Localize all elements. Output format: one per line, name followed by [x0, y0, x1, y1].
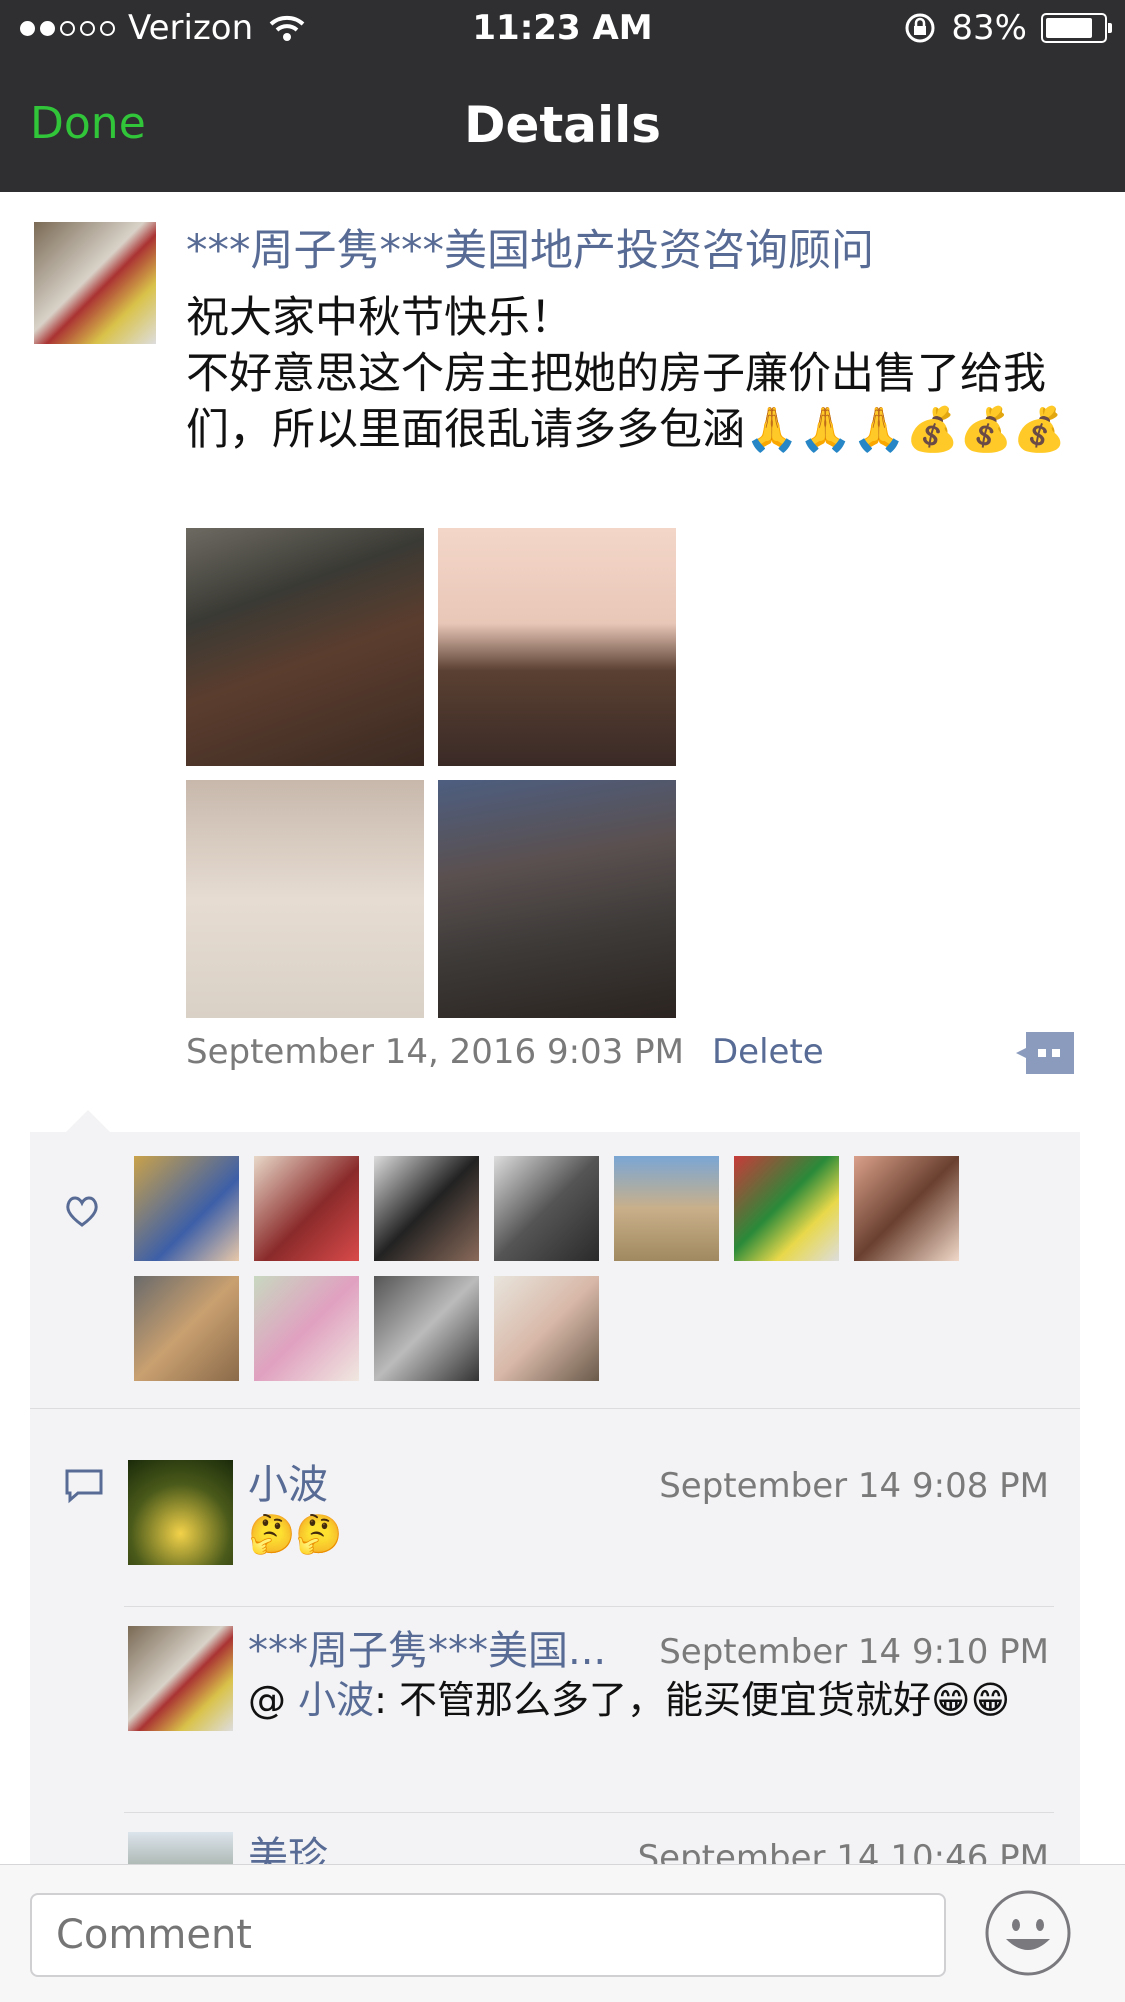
post-photo-bathroom[interactable]	[186, 780, 424, 1018]
author-name[interactable]: ***周子隽***美国地产投资咨询顾问	[186, 216, 874, 278]
battery-percent: 83%	[951, 8, 1027, 48]
comment-prefix: @	[248, 1678, 299, 1722]
liker-avatar[interactable]	[254, 1276, 359, 1381]
comment-input[interactable]	[30, 1893, 946, 1977]
post-timestamp: September 14, 2016 9:03 PM	[186, 1032, 684, 1072]
thinking-face-icon: 🤔	[248, 1512, 296, 1556]
comment-text: 🤔🤔	[248, 1508, 1048, 1560]
rotation-lock-icon	[905, 13, 935, 43]
post-text: 祝大家中秋节快乐！ 不好意思这个房主把她的房子廉价出售了给我们，所以里面很乱请多…	[186, 290, 1096, 458]
post-photo-bedroom[interactable]	[186, 528, 424, 766]
liker-avatar[interactable]	[254, 1156, 359, 1261]
liker-avatar[interactable]	[734, 1156, 839, 1261]
mention-link[interactable]: 小波	[298, 1678, 374, 1722]
status-right: 83%	[903, 8, 1112, 48]
comment-bar	[0, 1864, 1125, 2002]
comment-time: September 14 9:08 PM	[659, 1466, 1049, 1506]
grinning-face-icon: 😁	[970, 1678, 1011, 1722]
divider	[124, 1812, 1054, 1813]
pray-icon: 🙏	[852, 405, 906, 455]
commenter-name[interactable]: 小波	[248, 1452, 328, 1510]
emoji-face-icon[interactable]	[984, 1889, 1072, 1977]
status-bar: Verizon 11:23 AM 83%	[0, 0, 1125, 62]
battery-fill	[1046, 18, 1093, 38]
liker-avatar[interactable]	[134, 1156, 239, 1261]
liker-avatar[interactable]	[494, 1156, 599, 1261]
pray-icon: 🙏	[745, 405, 799, 455]
money-bag-icon: 💰	[959, 405, 1013, 455]
liker-avatar[interactable]	[134, 1276, 239, 1381]
divider	[30, 1408, 1080, 1409]
delete-button[interactable]: Delete	[712, 1032, 824, 1072]
money-bag-icon: 💰	[1012, 405, 1067, 455]
liker-avatar[interactable]	[614, 1156, 719, 1261]
commenter-avatar[interactable]	[128, 1460, 233, 1565]
post-photo-bedroom-window[interactable]	[438, 780, 676, 1018]
more-actions-icon[interactable]	[1016, 1032, 1074, 1074]
comment-icon	[65, 1469, 103, 1504]
navigation-bar: Done Details	[0, 62, 1125, 192]
comment-body: : 不管那么多了，能买便宜货就好	[374, 1678, 931, 1722]
post-text-body: 不好意思这个房主把她的房子廉价出售了给我们，所以里面很乱请多多包涵🙏🙏🙏💰💰💰	[186, 346, 1096, 458]
battery-icon	[1041, 13, 1112, 43]
comment-text: @ 小波: 不管那么多了，能买便宜货就好😁😁	[248, 1674, 1048, 1726]
likes-comments-panel: 小波 September 14 9:08 PM 🤔🤔 ***周子隽***美国..…	[30, 1110, 1080, 1937]
liker-avatar[interactable]	[494, 1276, 599, 1381]
money-bag-icon: 💰	[905, 405, 960, 455]
divider	[124, 1606, 1054, 1607]
author-avatar[interactable]	[34, 222, 156, 344]
post-photo-room[interactable]	[438, 528, 676, 766]
comment-time: September 14 9:10 PM	[659, 1632, 1049, 1672]
heart-icon	[66, 1196, 98, 1227]
commenter-avatar[interactable]	[128, 1626, 233, 1731]
commenter-name[interactable]: ***周子隽***美国...	[248, 1618, 606, 1676]
liker-avatar[interactable]	[374, 1156, 479, 1261]
grinning-face-icon: 😁	[931, 1678, 971, 1722]
post-text-line: 祝大家中秋节快乐！	[186, 293, 573, 343]
liker-avatar[interactable]	[374, 1276, 479, 1381]
thinking-face-icon: 🤔	[295, 1512, 343, 1556]
liker-avatar[interactable]	[854, 1156, 959, 1261]
page-title: Details	[463, 96, 662, 154]
pray-icon: 🙏	[798, 405, 853, 455]
